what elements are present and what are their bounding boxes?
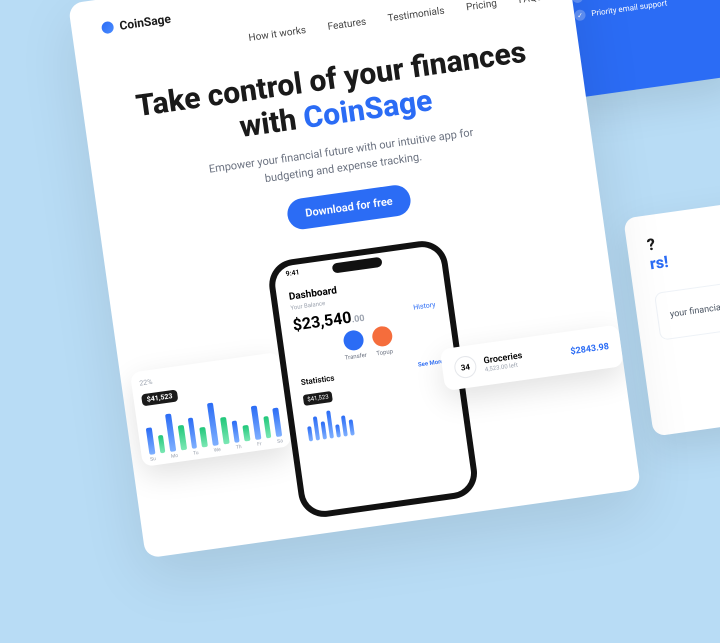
check-icon: ✓: [571, 0, 583, 4]
nav-pricing[interactable]: Pricing: [465, 0, 497, 13]
nav-faqs[interactable]: FAQs: [518, 0, 543, 6]
logo-icon: [101, 21, 115, 35]
nav-testimonials[interactable]: Testimonials: [387, 6, 445, 25]
see-more-link[interactable]: See More: [418, 358, 444, 368]
groceries-widget: 34 Groceries 4,523.00 left $2843.98: [440, 324, 624, 391]
transfer-button[interactable]: Transfer: [341, 329, 367, 362]
nav-how-it-works[interactable]: How it works: [248, 25, 307, 44]
topup-button[interactable]: Topup: [371, 325, 395, 357]
groceries-icon: 34: [453, 355, 478, 380]
stats-badge: $41,523: [141, 389, 178, 406]
stats-widget: 22% $41,523 Su Mo Tu We Th F: [130, 352, 292, 467]
check-icon: ✓: [574, 9, 586, 21]
faq-item[interactable]: your financial way to better −: [654, 260, 720, 341]
faq-card: ?rs! your financial way to better −: [623, 180, 720, 437]
hero-card: CoinSage How it works Features Testimoni…: [68, 0, 641, 558]
nav-features[interactable]: Features: [327, 17, 367, 33]
download-button[interactable]: Download for free: [285, 183, 412, 231]
groceries-amount: $2843.98: [570, 342, 610, 357]
